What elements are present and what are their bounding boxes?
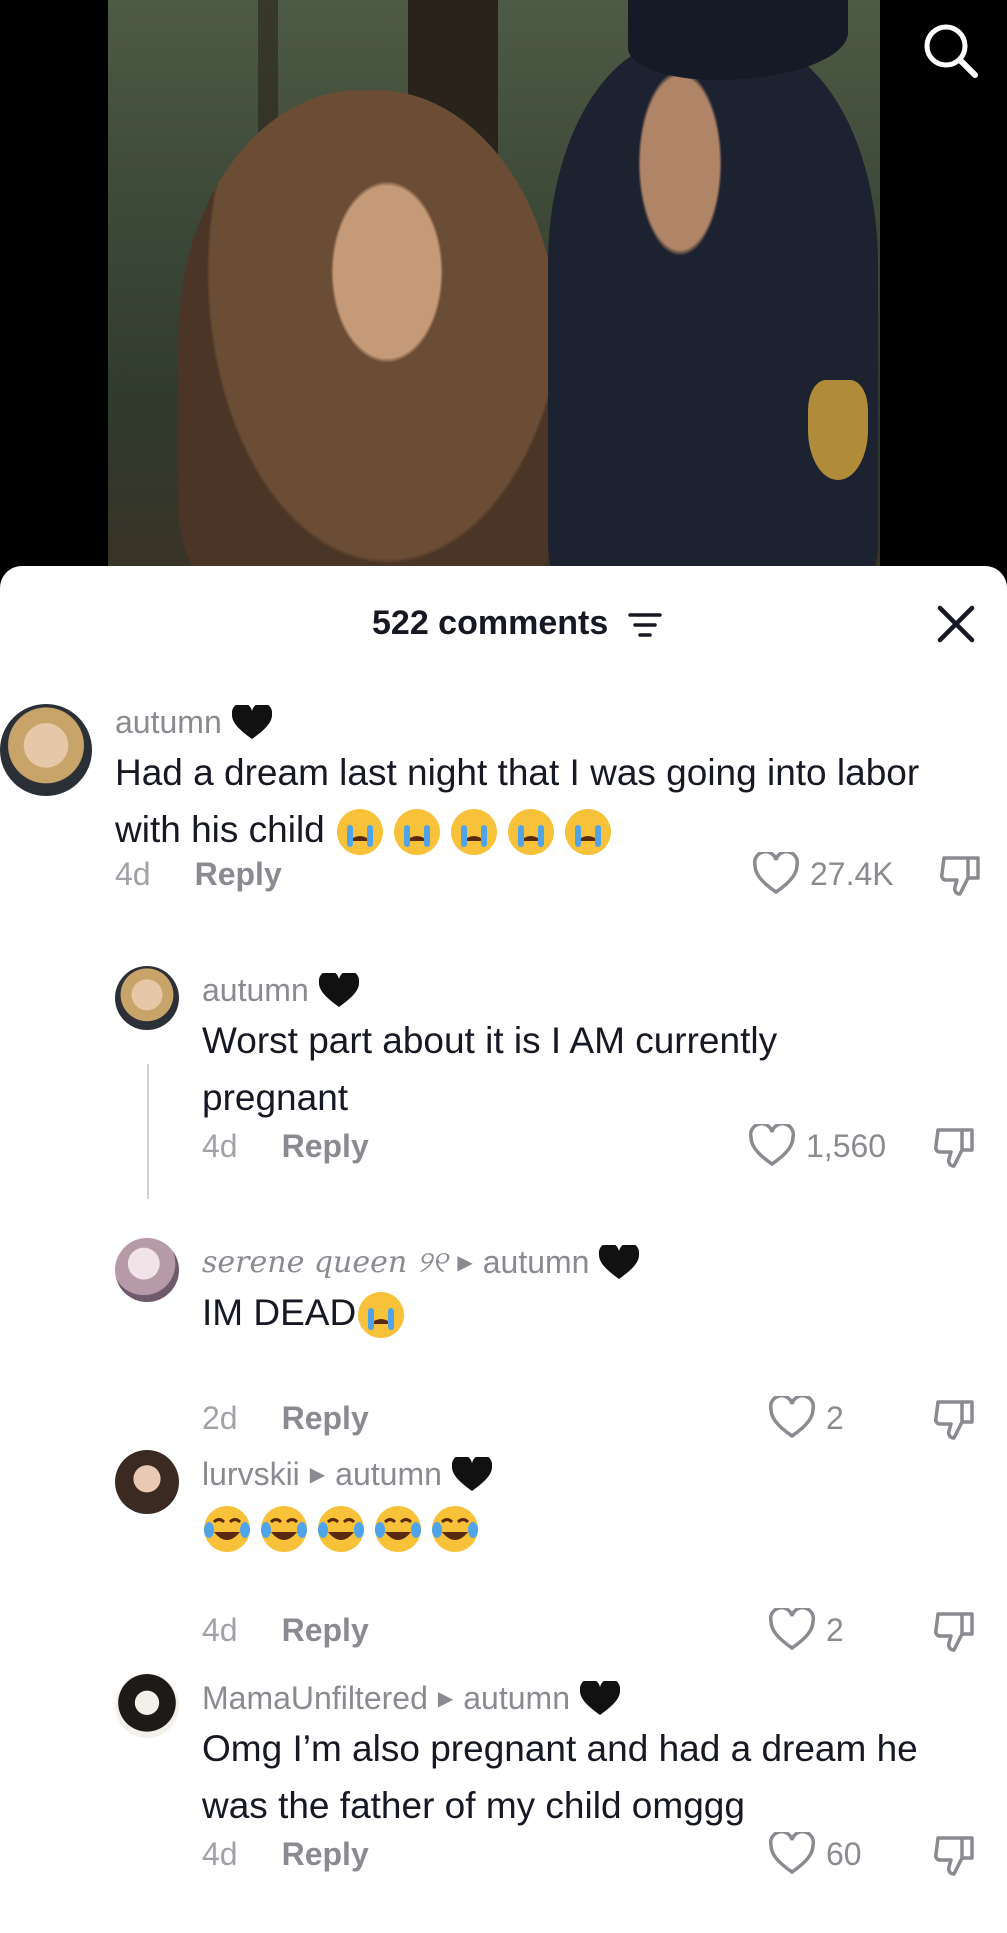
comments-count-title: 522 comments	[372, 604, 609, 642]
comment-meta: 4d Reply	[202, 1836, 369, 1873]
dislike-icon[interactable]	[932, 1832, 978, 1878]
like-button[interactable]: 27.4K	[752, 852, 894, 896]
comment-username[interactable]: MamaUnfiltered ▶ autumn	[202, 1680, 620, 1717]
like-button[interactable]: 60	[768, 1832, 862, 1876]
comment-age: 2d	[202, 1400, 238, 1436]
officer-figure	[548, 40, 878, 580]
avatar[interactable]	[0, 704, 92, 796]
dislike-icon[interactable]	[932, 1396, 978, 1442]
comment-age: 4d	[202, 1128, 238, 1164]
comment-age: 4d	[202, 1836, 238, 1872]
video-frame	[108, 0, 880, 580]
like-count: 60	[826, 1835, 862, 1872]
comment-username[interactable]: lurvskii ▶ autumn	[202, 1456, 492, 1493]
heart-outline-icon	[768, 1396, 816, 1439]
black-heart-icon	[579, 1680, 620, 1715]
comment-text	[202, 1498, 902, 1555]
joy-face-icon	[202, 1506, 487, 1553]
comment-age: 4d	[202, 1612, 238, 1648]
black-heart-icon	[451, 1456, 492, 1491]
dislike-icon[interactable]	[938, 852, 984, 898]
video-player[interactable]	[0, 0, 1007, 580]
reply-button[interactable]: Reply	[282, 1836, 369, 1873]
comments-sheet: 522 comments autumn Had a dream last nig…	[0, 566, 1007, 1933]
dislike-icon[interactable]	[932, 1124, 978, 1170]
comments-header: 522 comments	[0, 566, 1007, 676]
reply-button[interactable]: Reply	[282, 1612, 369, 1649]
filter-sort-icon[interactable]	[628, 610, 662, 640]
comment-item: autumn Worst part about it is I AM curre…	[0, 966, 1007, 1176]
sheriff-patch	[808, 380, 868, 480]
avatar[interactable]	[115, 1674, 179, 1738]
comment-item: lurvskii ▶ autumn 4d Reply 2	[0, 1450, 1007, 1652]
like-count: 1,560	[806, 1127, 887, 1164]
comment-text: IM DEAD	[202, 1284, 902, 1341]
like-count: 27.4K	[810, 855, 894, 892]
comment-username[interactable]: autumn	[115, 704, 272, 741]
avatar[interactable]	[115, 1450, 179, 1514]
comment-meta: 4d Reply	[202, 1128, 369, 1165]
heart-outline-icon	[748, 1124, 796, 1167]
reply-arrow-icon: ▶	[437, 1688, 454, 1710]
reply-arrow-icon: ▶	[457, 1252, 473, 1274]
heart-outline-icon	[768, 1832, 816, 1875]
comment-item: autumn Had a dream last night that I was…	[0, 696, 1007, 906]
comment-text: Worst part about it is I AM currently pr…	[202, 1020, 778, 1118]
woman-figure	[178, 90, 558, 580]
black-heart-icon	[318, 972, 359, 1007]
black-heart-icon	[231, 704, 272, 739]
heart-outline-icon	[768, 1608, 816, 1651]
dislike-icon[interactable]	[932, 1608, 978, 1654]
like-button[interactable]: 1,560	[748, 1124, 886, 1168]
comment-item: MamaUnfiltered ▶ autumn Omg I’m also pre…	[0, 1674, 1007, 1933]
comment-item: serene queen ୨୧ ▶ autumn IM DEAD 2d Repl…	[0, 1238, 1007, 1440]
like-button[interactable]: 2	[768, 1608, 844, 1652]
comment-meta: 4d Reply	[115, 856, 282, 893]
comment-meta: 2d Reply	[202, 1400, 369, 1437]
like-count: 2	[826, 1611, 844, 1648]
heart-outline-icon	[752, 852, 800, 895]
like-count: 2	[826, 1399, 844, 1436]
comment-text: Omg I’m also pregnant and had a dream he…	[202, 1728, 918, 1826]
comment-username[interactable]: autumn	[202, 972, 359, 1009]
comment-age: 4d	[115, 856, 151, 892]
search-icon[interactable]	[920, 20, 980, 80]
avatar[interactable]	[115, 1238, 179, 1302]
comment-username[interactable]: serene queen ୨୧ ▶ autumn	[202, 1244, 640, 1281]
reply-button[interactable]: Reply	[282, 1400, 369, 1437]
reply-button[interactable]: Reply	[195, 856, 282, 893]
reply-button[interactable]: Reply	[282, 1128, 369, 1165]
crying-face-icon	[335, 809, 620, 856]
black-heart-icon	[599, 1244, 640, 1279]
comment-text: Had a dream last night that I was going …	[115, 744, 975, 858]
reply-arrow-icon: ▶	[309, 1464, 326, 1486]
close-icon[interactable]	[934, 602, 978, 646]
comment-meta: 4d Reply	[202, 1612, 369, 1649]
crying-face-icon	[356, 1292, 413, 1339]
avatar[interactable]	[115, 966, 179, 1030]
officer-cap	[628, 0, 848, 80]
like-button[interactable]: 2	[768, 1396, 844, 1440]
